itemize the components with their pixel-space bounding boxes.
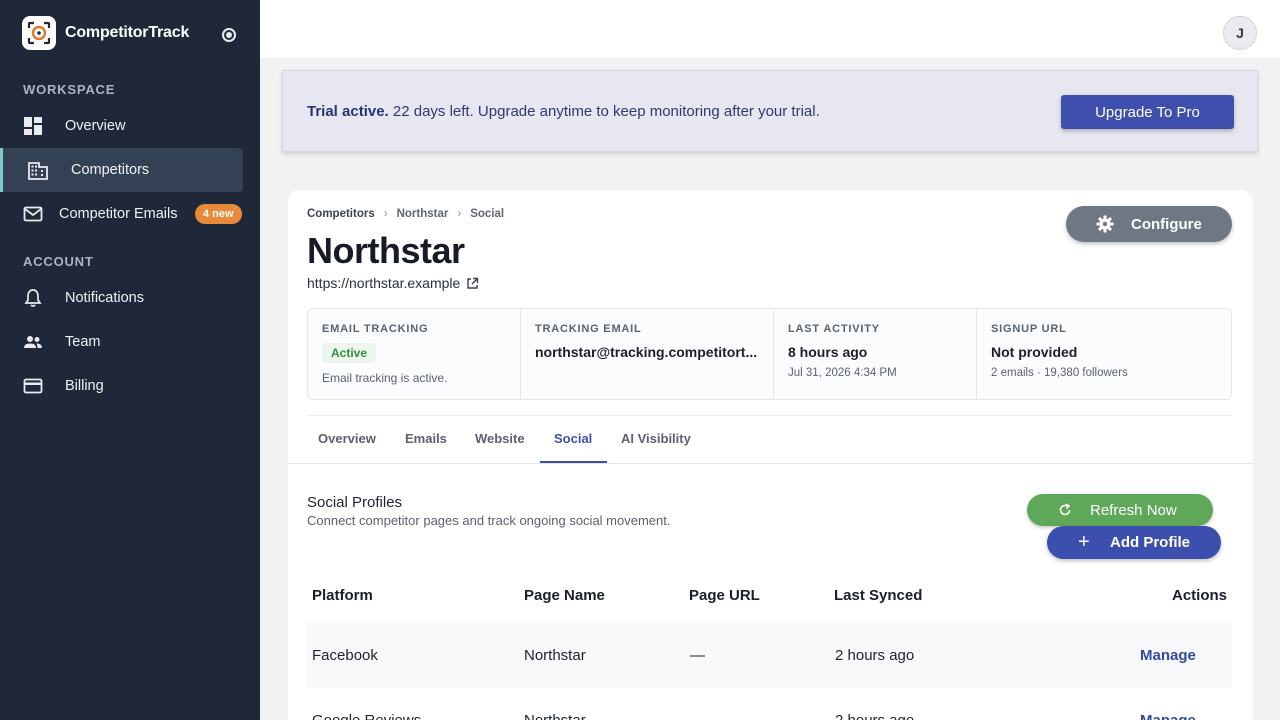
trial-banner: Trial active. 22 days left. Upgrade anyt… bbox=[282, 70, 1258, 152]
status-badge: Active bbox=[322, 343, 377, 363]
tab-divider bbox=[288, 463, 1253, 464]
gear-icon bbox=[1096, 215, 1114, 233]
sidebar-item-overview[interactable]: Overview bbox=[0, 104, 243, 148]
column-header-platform: Platform bbox=[312, 587, 373, 604]
sidebar-item-billing[interactable]: Billing bbox=[0, 364, 243, 408]
sidebar-toggle-icon[interactable] bbox=[222, 28, 236, 42]
breadcrumb: Competitors › Northstar › Social bbox=[307, 208, 504, 220]
cell-platform: Facebook bbox=[312, 647, 378, 664]
stat-label: TRACKING EMAIL bbox=[535, 323, 642, 335]
sidebar-item-label: Competitors bbox=[71, 162, 150, 178]
sidebar-item-competitors[interactable]: Competitors bbox=[0, 148, 243, 192]
last-activity-value: 8 hours ago bbox=[788, 344, 868, 360]
sidebar-item-competitor-emails[interactable]: Competitor Emails 4 new bbox=[0, 192, 243, 236]
stat-signup-url: SIGNUP URL Not provided 2 emails · 19,38… bbox=[977, 309, 1231, 399]
sidebar-item-label: Competitor Emails bbox=[59, 206, 178, 222]
manage-link[interactable]: Manage bbox=[1140, 647, 1196, 664]
tab-bar: Overview Emails Website Social AI Visibi… bbox=[307, 415, 1232, 464]
competitor-card: Competitors › Northstar › Social Northst… bbox=[288, 190, 1253, 720]
manage-link[interactable]: Manage bbox=[1140, 712, 1196, 720]
breadcrumb-northstar[interactable]: Northstar bbox=[397, 208, 449, 220]
cell-platform: Google Reviews bbox=[312, 712, 421, 720]
user-avatar[interactable]: J bbox=[1223, 16, 1257, 50]
trial-details: 22 days left. Upgrade anytime to keep mo… bbox=[388, 103, 820, 120]
tab-emails[interactable]: Emails bbox=[405, 431, 447, 446]
refresh-icon bbox=[1059, 503, 1071, 516]
competitor-url-link[interactable]: https://northstar.example bbox=[307, 275, 479, 291]
brand[interactable]: CompetitorTrack bbox=[22, 16, 189, 50]
stat-tracking-email: TRACKING EMAIL northstar@tracking.compet… bbox=[521, 309, 774, 399]
stat-sub: Email tracking is active. bbox=[322, 371, 448, 385]
cell-last-synced: 2 hours ago bbox=[835, 712, 914, 720]
configure-label: Configure bbox=[1131, 216, 1202, 233]
column-header-page-url: Page URL bbox=[689, 587, 760, 604]
stat-label: SIGNUP URL bbox=[991, 323, 1067, 335]
refresh-now-button[interactable]: Refresh Now bbox=[1027, 494, 1213, 526]
stat-email-tracking: EMAIL TRACKING Active Email tracking is … bbox=[308, 309, 521, 399]
section-subtitle: Connect competitor pages and track ongoi… bbox=[307, 513, 671, 528]
section-label-account: ACCOUNT bbox=[23, 254, 94, 269]
dashboard-icon bbox=[24, 117, 42, 135]
sidebar-item-label: Billing bbox=[65, 378, 104, 394]
add-profile-button[interactable]: + Add Profile bbox=[1047, 526, 1221, 559]
cell-page-name: Northstar bbox=[524, 712, 586, 720]
configure-button[interactable]: Configure bbox=[1066, 206, 1232, 242]
signup-url-sub: 2 emails · 19,380 followers bbox=[991, 367, 1128, 379]
sidebar: CompetitorTrack WORKSPACE Overview Compe… bbox=[0, 0, 260, 720]
last-activity-timestamp: Jul 31, 2026 4:34 PM bbox=[788, 367, 897, 379]
tab-ai-visibility[interactable]: AI Visibility bbox=[621, 431, 691, 446]
upgrade-button[interactable]: Upgrade To Pro bbox=[1061, 95, 1234, 129]
cell-page-name: Northstar bbox=[524, 647, 586, 664]
sidebar-item-team[interactable]: Team bbox=[0, 320, 243, 364]
section-label-workspace: WORKSPACE bbox=[23, 82, 116, 97]
add-profile-label: Add Profile bbox=[1110, 534, 1191, 551]
trial-status: Trial active. bbox=[307, 103, 389, 120]
tab-website[interactable]: Website bbox=[475, 431, 525, 446]
table-row: Facebook Northstar — 2 hours ago Manage bbox=[307, 623, 1232, 688]
chevron-right-icon: › bbox=[383, 208, 388, 220]
tab-overview[interactable]: Overview bbox=[318, 431, 376, 446]
sidebar-item-notifications[interactable]: Notifications bbox=[0, 276, 243, 320]
sidebar-item-label: Team bbox=[65, 334, 101, 350]
mail-icon bbox=[23, 206, 43, 222]
brand-name: CompetitorTrack bbox=[65, 24, 190, 41]
stat-last-activity: LAST ACTIVITY 8 hours ago Jul 31, 2026 4… bbox=[774, 309, 977, 399]
sidebar-item-label: Overview bbox=[65, 118, 126, 134]
table-row: Google Reviews Northstar 2 hours ago Man… bbox=[307, 688, 1232, 720]
signup-url-value: Not provided bbox=[991, 344, 1078, 360]
column-header-actions: Actions bbox=[1172, 587, 1228, 604]
external-link-icon bbox=[467, 277, 479, 289]
cell-last-synced: 2 hours ago bbox=[835, 647, 915, 664]
stats-panel: EMAIL TRACKING Active Email tracking is … bbox=[307, 308, 1232, 400]
refresh-label: Refresh Now bbox=[1090, 502, 1177, 519]
chevron-right-icon: › bbox=[457, 208, 462, 220]
top-bar bbox=[260, 0, 1280, 58]
cell-page-url: — bbox=[690, 647, 705, 664]
stat-label: LAST ACTIVITY bbox=[788, 323, 880, 335]
page-title: Northstar bbox=[307, 230, 465, 271]
tab-social[interactable]: Social bbox=[554, 431, 592, 446]
sidebar-item-label: Notifications bbox=[65, 290, 144, 306]
column-header-last-synced: Last Synced bbox=[834, 587, 923, 604]
brand-logo-icon bbox=[22, 16, 56, 50]
trial-message: Trial active. 22 days left. Upgrade anyt… bbox=[307, 103, 820, 120]
building-icon bbox=[28, 162, 48, 180]
section-title: Social Profiles bbox=[307, 494, 403, 511]
breadcrumb-competitors[interactable]: Competitors bbox=[307, 208, 375, 220]
column-header-page-name: Page Name bbox=[524, 587, 605, 604]
new-count-badge: 4 new bbox=[195, 204, 242, 224]
competitor-url: https://northstar.example bbox=[307, 275, 461, 291]
page-scrollbar[interactable] bbox=[1272, 58, 1280, 720]
tracking-email-value[interactable]: northstar@tracking.competitort... bbox=[535, 344, 765, 360]
team-icon bbox=[24, 336, 42, 348]
bell-icon bbox=[24, 289, 42, 307]
credit-card-icon bbox=[23, 378, 43, 394]
breadcrumb-social: Social bbox=[470, 208, 505, 220]
stat-label: EMAIL TRACKING bbox=[322, 323, 429, 335]
plus-icon: + bbox=[1078, 531, 1090, 553]
